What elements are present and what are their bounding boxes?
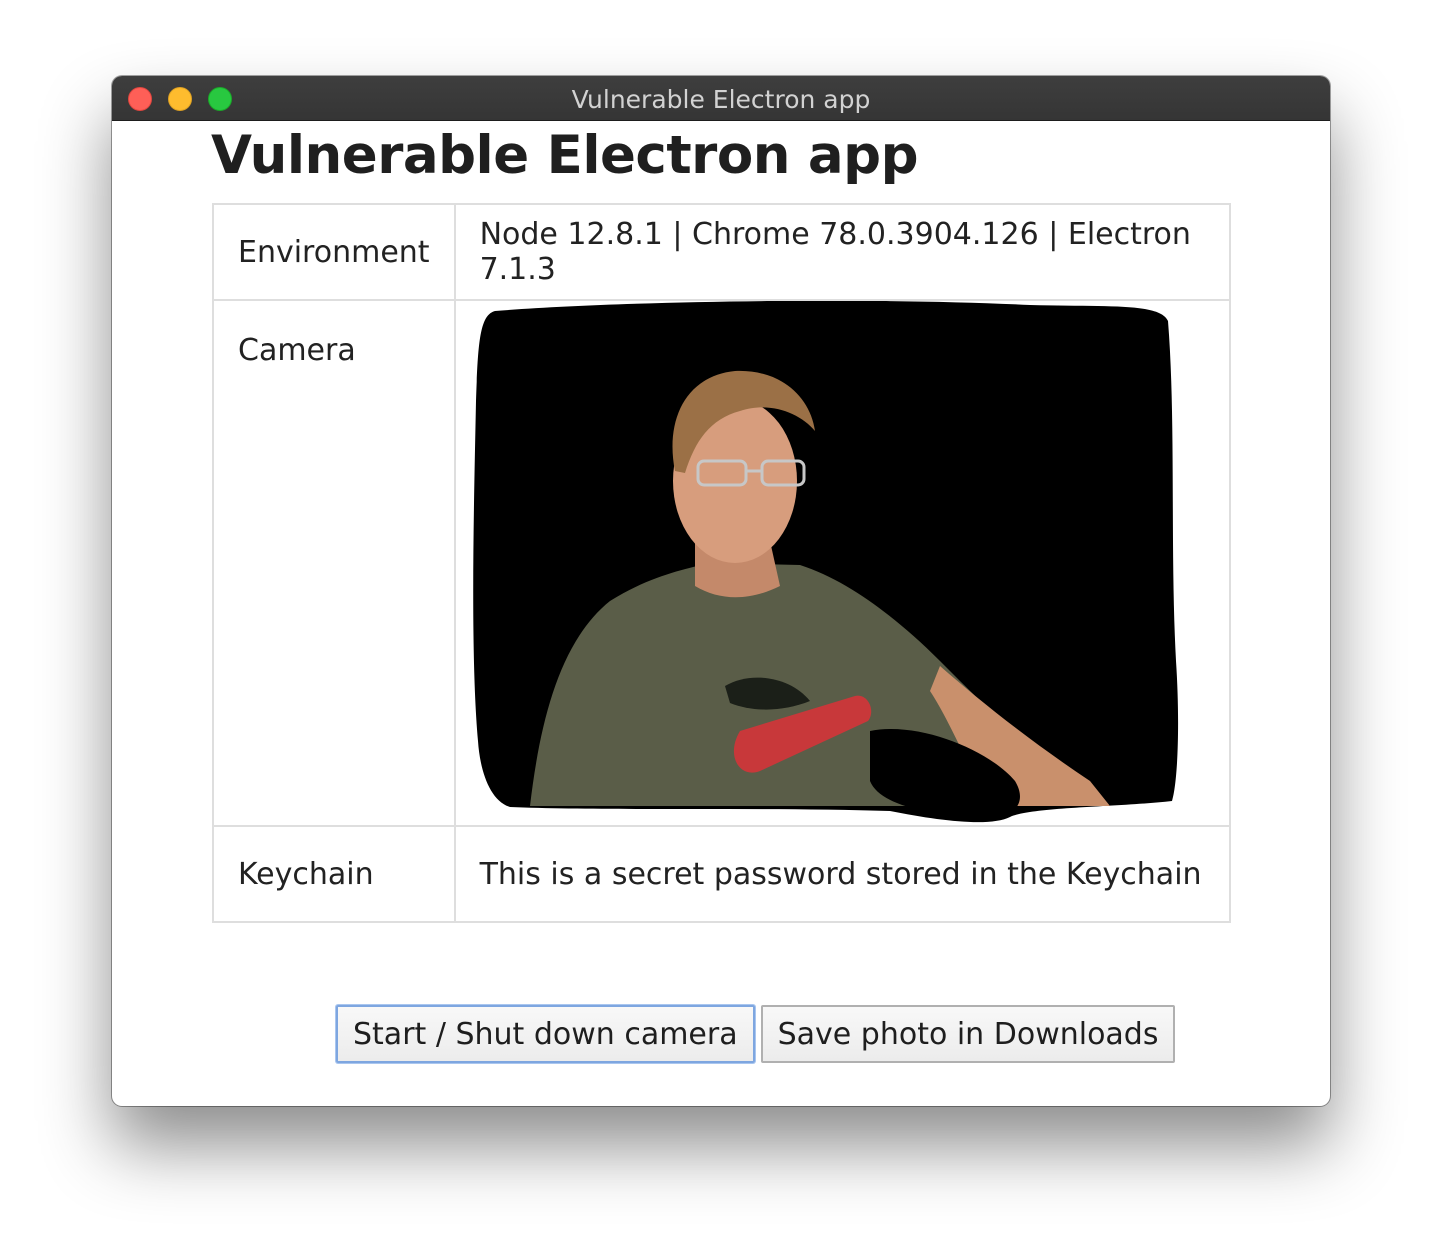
- title-bar[interactable]: Vulnerable Electron app: [112, 76, 1330, 121]
- camera-toggle-button[interactable]: Start / Shut down camera: [336, 1005, 755, 1063]
- page-content: Vulnerable Electron app Environment Node…: [112, 121, 1330, 1106]
- save-photo-button[interactable]: Save photo in Downloads: [760, 1005, 1176, 1063]
- table-row-keychain: Keychain This is a secret password store…: [212, 825, 1232, 923]
- environment-label: Environment: [212, 203, 456, 301]
- camera-cell: [453, 299, 1232, 827]
- keychain-value: This is a secret password stored in the …: [453, 825, 1232, 923]
- info-table: Environment Node 12.8.1 | Chrome 78.0.39…: [212, 203, 1232, 923]
- table-row-camera: Camera: [212, 299, 1232, 827]
- page-title: Vulnerable Electron app: [211, 125, 919, 186]
- camera-video-feed: [472, 301, 1178, 823]
- camera-label: Camera: [212, 299, 456, 827]
- button-bar: Start / Shut down camera Save photo in D…: [336, 1005, 1176, 1063]
- window-title: Vulnerable Electron app: [571, 85, 871, 114]
- keychain-label: Keychain: [212, 825, 456, 923]
- environment-value: Node 12.8.1 | Chrome 78.0.3904.126 | Ele…: [453, 203, 1232, 301]
- app-window: Vulnerable Electron app Vulnerable Elect…: [112, 76, 1330, 1106]
- table-row-environment: Environment Node 12.8.1 | Chrome 78.0.39…: [212, 203, 1232, 301]
